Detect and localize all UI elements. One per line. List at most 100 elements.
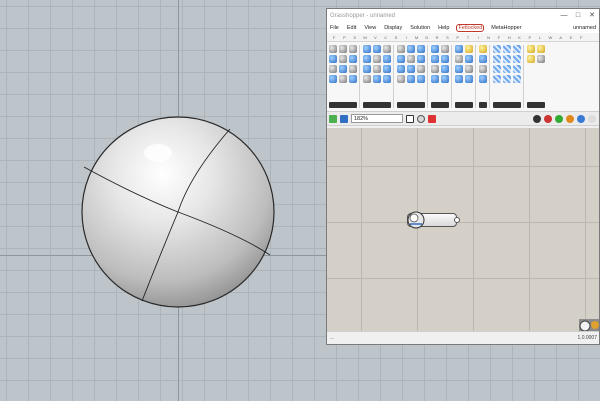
plugin-tool-icon[interactable] (527, 45, 535, 53)
tab-key[interactable]: P (525, 35, 535, 40)
transform-tool-icon[interactable] (455, 55, 463, 63)
tab-key[interactable]: M (411, 35, 421, 40)
transform-tool-icon[interactable] (465, 75, 473, 83)
pattern-tool-icon[interactable] (513, 75, 521, 83)
tab-key[interactable]: F (494, 35, 504, 40)
curve-tool-icon[interactable] (349, 45, 357, 53)
menu-fetlocked[interactable]: Fetlocked (456, 23, 485, 32)
surface-tool-icon[interactable] (363, 75, 371, 83)
output-grip[interactable] (454, 217, 460, 223)
pattern-tool-icon[interactable] (493, 75, 501, 83)
curve-tool-icon[interactable] (329, 75, 337, 83)
transform-tool-icon[interactable] (465, 45, 473, 53)
curve-tool-icon[interactable] (349, 75, 357, 83)
transform-tool-icon[interactable] (465, 65, 473, 73)
pattern-tool-icon[interactable] (503, 45, 511, 53)
menu-display[interactable]: Display (384, 25, 402, 31)
sphere-component[interactable] (406, 210, 460, 230)
utility-tool-icon[interactable] (479, 65, 487, 73)
save-icon[interactable] (340, 114, 348, 123)
sphere-geometry[interactable] (80, 115, 276, 309)
surface-tool-icon[interactable] (383, 45, 391, 53)
menu-help[interactable]: Help (438, 25, 449, 31)
curve-tool-icon[interactable] (329, 55, 337, 63)
display-mode-icon[interactable] (544, 114, 552, 123)
tab-key[interactable]: K (514, 35, 524, 40)
curve-tool-icon[interactable] (339, 55, 347, 63)
curve-tool-icon[interactable] (329, 65, 337, 73)
solid-tool-icon[interactable] (431, 65, 439, 73)
solid-tool-icon[interactable] (431, 55, 439, 63)
mesh-tool-icon[interactable] (407, 55, 415, 63)
pattern-tool-icon[interactable] (493, 45, 501, 53)
pattern-tool-icon[interactable] (513, 45, 521, 53)
surface-tool-icon[interactable] (363, 55, 371, 63)
solid-tool-icon[interactable] (441, 75, 449, 83)
tab-key[interactable]: E (566, 35, 576, 40)
menu-view[interactable]: View (364, 25, 376, 31)
maximize-icon[interactable]: □ (571, 9, 585, 22)
curve-tool-icon[interactable] (339, 45, 347, 53)
group-label-bar[interactable] (479, 102, 487, 108)
tab-key[interactable]: S (391, 35, 401, 40)
display-mode-icon[interactable] (555, 114, 563, 123)
group-label-bar[interactable] (493, 102, 521, 108)
plugin-tool-icon[interactable] (537, 45, 545, 53)
tab-key[interactable]: N (483, 35, 493, 40)
mesh-tool-icon[interactable] (397, 75, 405, 83)
pattern-tool-icon[interactable] (513, 65, 521, 73)
transform-tool-icon[interactable] (455, 45, 463, 53)
surface-tool-icon[interactable] (373, 75, 381, 83)
tab-key[interactable]: S (350, 35, 360, 40)
group-label-bar[interactable] (363, 102, 391, 108)
display-mode-icon[interactable] (566, 114, 574, 123)
tab-key[interactable]: P (339, 35, 349, 40)
tab-key[interactable]: I (473, 35, 483, 40)
utility-tool-icon[interactable] (479, 55, 487, 63)
tab-key[interactable]: L (535, 35, 545, 40)
grasshopper-window[interactable]: Grasshopper - unnamed — □ ✕ File Edit Vi… (326, 8, 600, 345)
tab-key[interactable]: F (576, 35, 586, 40)
solid-tool-icon[interactable] (441, 55, 449, 63)
curve-tool-icon[interactable] (329, 45, 337, 53)
sphere-component-icon[interactable] (406, 210, 426, 230)
mesh-tool-icon[interactable] (397, 45, 405, 53)
plugin-tool-icon[interactable] (537, 55, 545, 63)
open-file-icon[interactable] (329, 114, 337, 123)
curve-tool-icon[interactable] (339, 75, 347, 83)
mesh-tool-icon[interactable] (397, 55, 405, 63)
group-label-bar[interactable] (431, 102, 449, 108)
close-icon[interactable]: ✕ (585, 9, 599, 22)
mesh-tool-icon[interactable] (417, 45, 425, 53)
solid-tool-icon[interactable] (431, 45, 439, 53)
solid-tool-icon[interactable] (441, 45, 449, 53)
display-mode-icon[interactable] (588, 114, 596, 123)
canvas-widget-icon[interactable] (567, 313, 600, 333)
solid-tool-icon[interactable] (431, 75, 439, 83)
mesh-tool-icon[interactable] (417, 65, 425, 73)
tab-key[interactable]: C (380, 35, 390, 40)
group-label-bar[interactable] (329, 102, 357, 108)
zoom-extents-icon[interactable] (406, 114, 414, 123)
mesh-tool-icon[interactable] (397, 65, 405, 73)
solid-tool-icon[interactable] (441, 65, 449, 73)
mesh-tool-icon[interactable] (407, 65, 415, 73)
tab-key[interactable]: V (370, 35, 380, 40)
group-label-bar[interactable] (397, 102, 425, 108)
menu-metahopper[interactable]: MetaHopper (491, 25, 521, 31)
tab-key[interactable]: W (545, 35, 555, 40)
pattern-tool-icon[interactable] (503, 55, 511, 63)
preview-eye-icon[interactable] (417, 114, 425, 123)
tab-key[interactable]: A (556, 35, 566, 40)
surface-tool-icon[interactable] (363, 45, 371, 53)
tab-key[interactable]: S (442, 35, 452, 40)
tab-key[interactable]: M (360, 35, 370, 40)
utility-tool-icon[interactable] (479, 45, 487, 53)
tab-key[interactable]: D (422, 35, 432, 40)
menu-solution[interactable]: Solution (410, 25, 430, 31)
surface-tool-icon[interactable] (383, 75, 391, 83)
pattern-tool-icon[interactable] (493, 55, 501, 63)
surface-tool-icon[interactable] (373, 55, 381, 63)
tab-key[interactable]: T (463, 35, 473, 40)
mesh-tool-icon[interactable] (407, 75, 415, 83)
